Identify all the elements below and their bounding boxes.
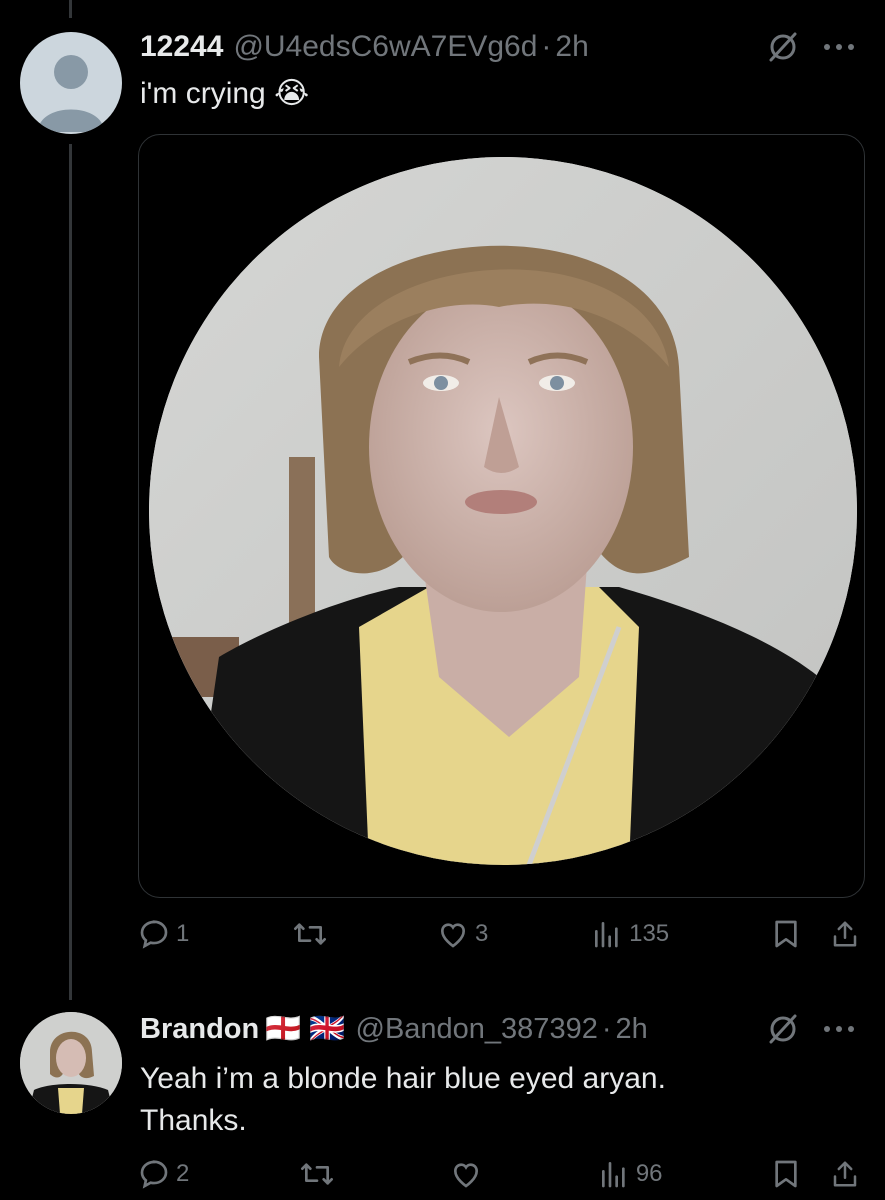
- retweet-button[interactable]: [292, 918, 334, 950]
- brandon-avatar[interactable]: [20, 1012, 122, 1114]
- tweet2-text: Yeah i’m a blonde hair blue eyed aryan. …: [140, 1058, 666, 1142]
- like-button[interactable]: [450, 1158, 488, 1190]
- thread-line-top: [69, 0, 72, 18]
- views-button[interactable]: 96: [598, 1158, 663, 1190]
- retweet-button[interactable]: [299, 1158, 341, 1190]
- timestamp[interactable]: 2h: [555, 30, 588, 64]
- reply-button[interactable]: 2: [138, 1158, 189, 1190]
- tweet1-text: i'm crying 😭: [140, 76, 309, 111]
- default-avatar[interactable]: [20, 32, 122, 134]
- portrait-illustration: [149, 157, 857, 865]
- reply-count: 2: [176, 1160, 190, 1187]
- like-count: 3: [474, 920, 489, 947]
- views-button[interactable]: 135: [591, 918, 669, 950]
- timestamp[interactable]: 2h: [616, 1013, 648, 1046]
- tweet2-header: Brandon 🏴󠁧󠁢󠁥󠁮󠁧󠁿 🇬🇧 @Bandon_387392 · 2h: [140, 1012, 648, 1046]
- view-count: 96: [635, 1160, 663, 1187]
- tweet-text: i'm crying: [140, 77, 266, 110]
- tweet1-top-icons: [766, 30, 856, 64]
- crying-emoji: 😭: [274, 77, 310, 110]
- profile-photo: [149, 157, 857, 865]
- reply-count: 1: [176, 920, 190, 947]
- heart-icon: [454, 1163, 479, 1188]
- avatar-photo: [20, 1012, 122, 1114]
- reply-icon: [140, 1160, 168, 1189]
- more-options-icon[interactable]: [822, 42, 856, 52]
- reply-icon: [140, 920, 168, 949]
- analytics-icon: [601, 1162, 625, 1188]
- retweet-icon: [294, 923, 327, 945]
- retweet-icon: [300, 1163, 333, 1185]
- bookmark-share-group: [772, 1158, 860, 1190]
- separator: ·: [601, 1013, 612, 1045]
- tweet-text-line1: Yeah i’m a blonde hair blue eyed aryan.: [140, 1062, 666, 1095]
- view-count: 135: [629, 920, 670, 947]
- more-options-icon[interactable]: [822, 1024, 856, 1034]
- bookmark-icon[interactable]: [772, 1158, 800, 1190]
- handle[interactable]: @U4edsC6wA7EVg6d: [233, 30, 537, 64]
- reply-button[interactable]: 1: [138, 918, 189, 950]
- grok-icon[interactable]: [766, 30, 800, 64]
- display-name[interactable]: 12244: [140, 30, 223, 64]
- tweet2-action-bar: 2 96: [138, 1158, 860, 1190]
- grok-icon[interactable]: [766, 1012, 800, 1046]
- share-icon[interactable]: [830, 918, 860, 950]
- tweet1-action-bar: 1 3 135: [138, 918, 860, 950]
- share-icon[interactable]: [830, 1158, 860, 1190]
- tweet-media[interactable]: [138, 134, 865, 898]
- thread-line-middle: [69, 144, 72, 1000]
- tweet1-header: 12244 @U4edsC6wA7EVg6d · 2h: [140, 30, 589, 64]
- tweet-text-line2: Thanks.: [140, 1104, 247, 1137]
- display-name[interactable]: Brandon: [140, 1013, 259, 1046]
- like-button[interactable]: 3: [437, 918, 488, 950]
- person-placeholder-icon: [38, 55, 104, 132]
- handle[interactable]: @Bandon_387392: [356, 1013, 598, 1046]
- bookmark-icon[interactable]: [772, 918, 800, 950]
- heart-icon: [440, 923, 465, 948]
- bookmark-share-group: [772, 918, 860, 950]
- tweet2-top-icons: [766, 1012, 856, 1046]
- separator: ·: [541, 30, 552, 63]
- flag-emojis: 🏴󠁧󠁢󠁥󠁮󠁧󠁿 🇬🇧: [265, 1013, 346, 1045]
- analytics-icon: [595, 922, 618, 948]
